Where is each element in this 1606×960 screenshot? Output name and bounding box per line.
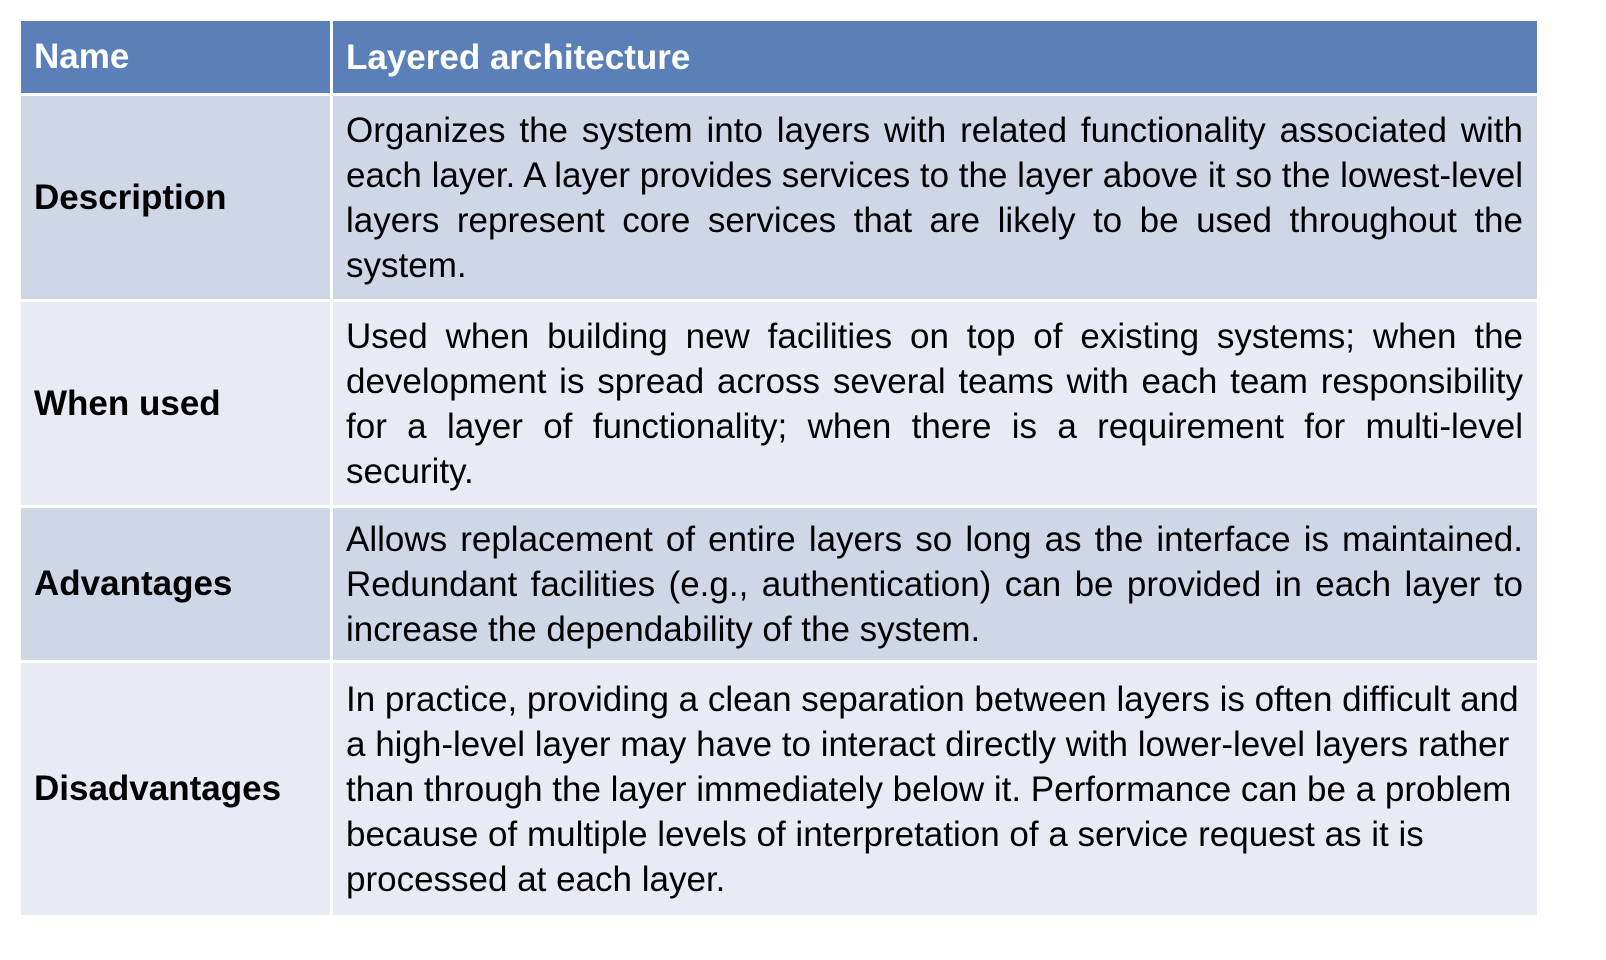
row-label-when-used: When used [21,302,333,505]
architecture-pattern-table: Name Layered architecture Description Or… [21,21,1537,915]
row-label-description: Description [21,96,333,299]
row-text-disadvantages: In practice, providing a clean separatio… [333,663,1537,915]
row-text-advantages: Allows replacement of entire layers so l… [333,508,1537,660]
table-row-description: Description Organizes the system into la… [21,96,1537,302]
header-value-cell: Layered architecture [346,37,691,77]
row-text-when-used: Used when building new facilities on top… [333,302,1537,505]
row-label-disadvantages: Disadvantages [21,663,333,915]
table-header-row: Name Layered architecture [21,21,1537,96]
table-row-disadvantages: Disadvantages In practice, providing a c… [21,663,1537,915]
row-text-description: Organizes the system into layers with re… [333,96,1537,299]
table-row-when-used: When used Used when building new facilit… [21,302,1537,508]
advantages-text: Allows replacement of entire layers so l… [346,519,1523,649]
description-text: Organizes the system into layers with re… [346,110,1523,285]
table-row-advantages: Advantages Allows replacement of entire … [21,508,1537,663]
disadvantages-text: In practice, providing a clean separatio… [346,679,1519,899]
header-name-cell: Name [21,21,333,93]
row-label-advantages: Advantages [21,508,333,660]
when-used-text: Used when building new facilities on top… [346,316,1523,491]
